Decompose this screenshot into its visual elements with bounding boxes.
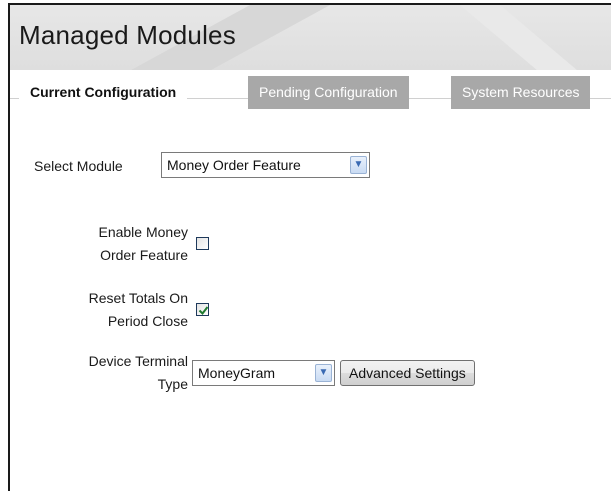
enable-money-order-checkbox[interactable] — [196, 237, 209, 250]
device-terminal-type-label-line2: Type — [157, 376, 188, 392]
checkmark-icon — [198, 306, 209, 316]
tab-system-resources[interactable]: System Resources — [451, 76, 591, 109]
page-title: Managed Modules — [19, 20, 236, 50]
reset-totals-label-line1: Reset Totals On — [88, 290, 188, 306]
module-select-value: Money Order Feature — [167, 157, 301, 173]
device-terminal-type-label: Device Terminal Type — [30, 350, 188, 396]
enable-money-order-label: Enable Money Order Feature — [48, 221, 188, 267]
device-terminal-type-select[interactable]: MoneyGram ▼ — [192, 360, 335, 386]
enable-money-order-label-line2: Order Feature — [100, 247, 188, 263]
tab-content-panel: Select Module Money Order Feature ▼ Enab… — [10, 98, 611, 491]
app-window: Managed Modules Select Module Money Orde… — [8, 3, 611, 491]
device-terminal-type-value: MoneyGram — [198, 365, 276, 381]
select-module-label: Select Module — [34, 158, 123, 174]
tab-pending-configuration[interactable]: Pending Configuration — [248, 76, 409, 109]
reset-totals-label: Reset Totals On Period Close — [48, 287, 188, 333]
reset-totals-checkbox[interactable] — [196, 303, 209, 316]
tab-current-configuration[interactable]: Current Configuration — [19, 76, 188, 109]
page-header: Managed Modules — [10, 5, 611, 70]
module-select[interactable]: Money Order Feature ▼ — [161, 152, 370, 178]
enable-money-order-label-line1: Enable Money — [98, 224, 188, 240]
chevron-down-icon[interactable]: ▼ — [315, 364, 332, 382]
reset-totals-label-line2: Period Close — [107, 313, 188, 329]
advanced-settings-button[interactable]: Advanced Settings — [340, 360, 475, 386]
chevron-down-icon[interactable]: ▼ — [350, 156, 367, 174]
device-terminal-type-label-line1: Device Terminal — [88, 353, 188, 369]
